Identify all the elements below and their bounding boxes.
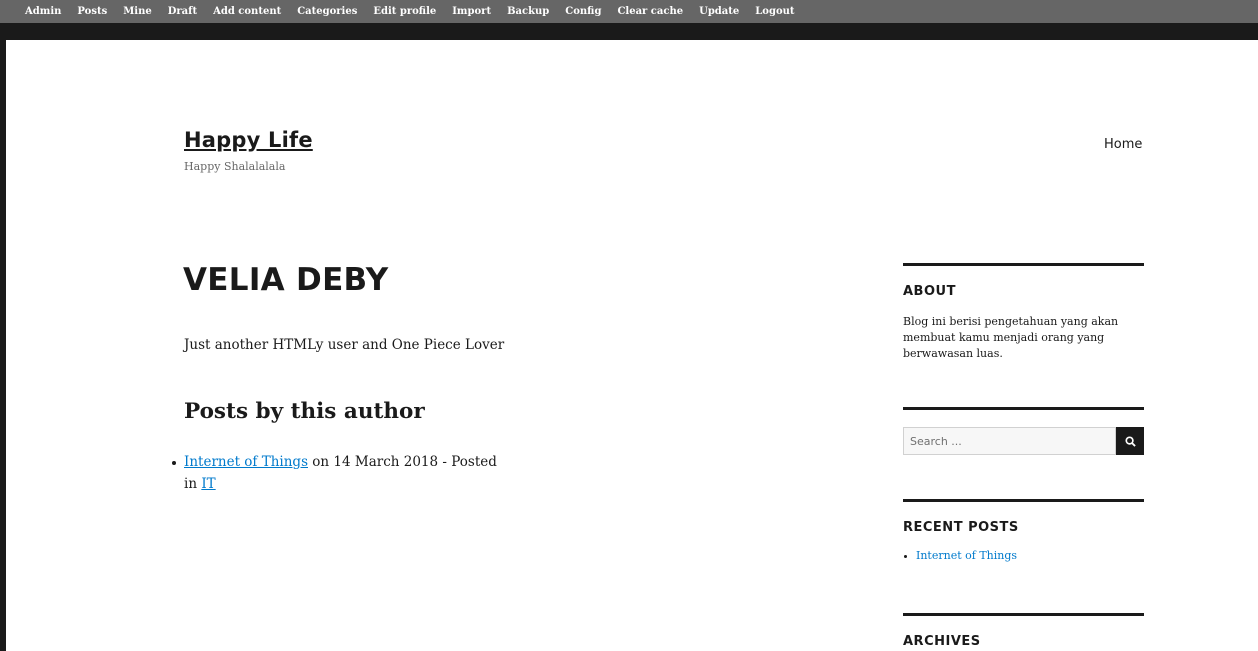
search-widget bbox=[903, 407, 1144, 455]
recent-posts-title: RECENT POSTS bbox=[903, 520, 1019, 535]
list-item: Internet of Things bbox=[903, 549, 1144, 562]
recent-posts-list: Internet of Things bbox=[903, 549, 1144, 562]
about-text: Blog ini berisi pengetahuan yang akan me… bbox=[903, 315, 1119, 360]
search-icon bbox=[1124, 435, 1136, 447]
toolbar-config[interactable]: Config bbox=[557, 6, 609, 17]
toolbar-edit-profile[interactable]: Edit profile bbox=[365, 6, 444, 17]
author-name: VELIA DEBY bbox=[183, 262, 389, 298]
toolbar-import[interactable]: Import bbox=[444, 6, 499, 17]
about-widget: ABOUT Blog ini berisi pengetahuan yang a… bbox=[903, 263, 1144, 362]
toolbar-backup[interactable]: Backup bbox=[499, 6, 557, 17]
author-posts-list: Internet of Things on 14 March 2018 - Po… bbox=[172, 451, 504, 495]
toolbar-mine[interactable]: Mine bbox=[115, 6, 160, 17]
post-category-link[interactable]: IT bbox=[201, 476, 215, 492]
nav-home-link[interactable]: Home bbox=[1104, 137, 1142, 152]
search-form bbox=[903, 427, 1144, 455]
toolbar-categories[interactable]: Categories bbox=[289, 6, 365, 17]
archives-widget: ARCHIVES bbox=[903, 613, 1144, 649]
site-title[interactable]: Happy Life bbox=[184, 128, 313, 152]
toolbar-add-content[interactable]: Add content bbox=[205, 6, 289, 17]
posts-heading: Posts by this author bbox=[184, 399, 425, 424]
toolbar-posts[interactable]: Posts bbox=[69, 6, 115, 17]
toolbar-update[interactable]: Update bbox=[691, 6, 747, 17]
search-button[interactable] bbox=[1116, 427, 1144, 455]
toolbar-admin[interactable]: Admin bbox=[17, 6, 69, 17]
page-content: Happy Life Happy Shalalalala Home VELIA … bbox=[6, 40, 1258, 651]
recent-post-link[interactable]: Internet of Things bbox=[916, 549, 1017, 562]
recent-posts-widget: RECENT POSTS Internet of Things bbox=[903, 499, 1144, 562]
post-link[interactable]: Internet of Things bbox=[184, 454, 308, 470]
toolbar-logout[interactable]: Logout bbox=[747, 6, 802, 17]
admin-toolbar: Admin Posts Mine Draft Add content Categ… bbox=[0, 0, 1258, 23]
author-bio: Just another HTMLy user and One Piece Lo… bbox=[184, 337, 505, 353]
archives-title: ARCHIVES bbox=[903, 634, 981, 649]
site-description: Happy Shalalalala bbox=[184, 160, 286, 173]
toolbar-draft[interactable]: Draft bbox=[160, 6, 205, 17]
list-item: Internet of Things on 14 March 2018 - Po… bbox=[172, 451, 504, 495]
toolbar-clear-cache[interactable]: Clear cache bbox=[609, 6, 691, 17]
search-input[interactable] bbox=[903, 427, 1116, 455]
about-title: ABOUT bbox=[903, 284, 956, 299]
